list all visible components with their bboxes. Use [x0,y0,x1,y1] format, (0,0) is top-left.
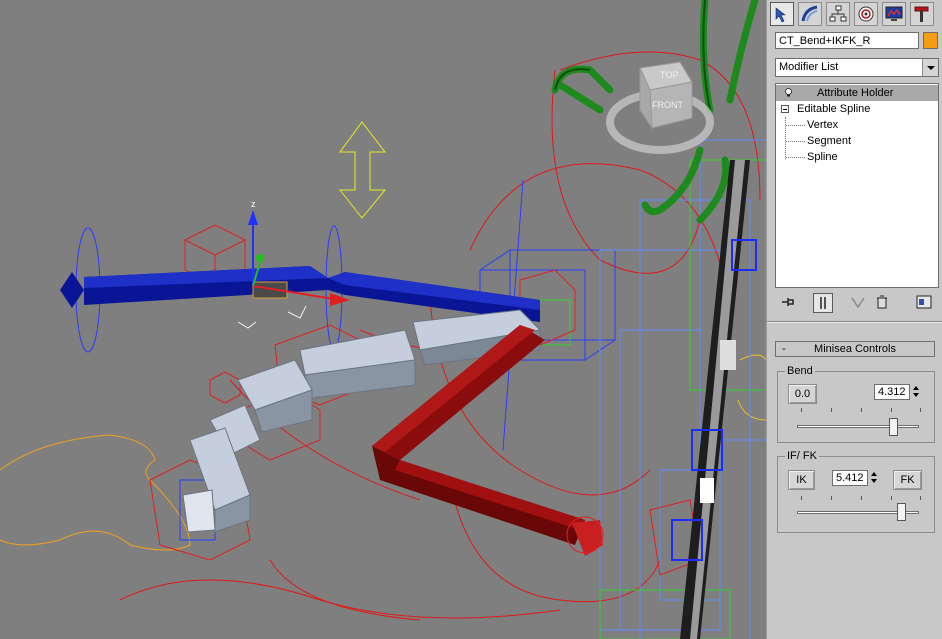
chevron-down-icon[interactable] [922,59,938,76]
bend-group-label: Bend [785,365,815,377]
stack-toolbar [775,293,939,315]
object-name-field[interactable]: CT_Bend+IKFK_R [775,32,919,49]
bend-slider-track[interactable] [797,425,919,428]
ikfk-slider-knob[interactable] [897,503,907,521]
show-end-result-button[interactable] [813,293,833,313]
motion-icon [858,6,874,22]
subobject-label: Vertex [807,119,839,131]
trash-icon [877,295,887,309]
stack-subobject-spline[interactable]: Spline [807,149,838,165]
ikfk-group [777,456,935,533]
subobject-label: Spline [807,151,838,163]
pin-icon [782,298,794,306]
modifier-list-dropdown[interactable]: Modifier List [775,58,939,77]
hammer-icon [914,6,929,22]
collapse-toggle-icon[interactable] [781,105,789,113]
stack-item-attribute-holder[interactable]: Attribute Holder [776,85,938,101]
stack-item-editable-spline[interactable]: Editable Spline [776,101,938,117]
stack-item-label: Editable Spline [797,103,871,115]
spinner-arrows-icon[interactable] [870,470,879,486]
make-unique-button[interactable] [849,293,869,313]
modifier-list-label: Modifier List [779,61,839,73]
rollout-collapse-icon: - [782,343,786,355]
fk-button[interactable]: FK [893,470,922,490]
create-tab[interactable] [770,2,794,26]
panel-divider [767,321,942,323]
hand-spline[interactable] [0,434,191,551]
stack-subobject-segment[interactable]: Segment [807,133,851,149]
display-tab[interactable] [882,2,906,26]
configure-modifier-sets-button[interactable] [915,293,935,313]
subobject-label: Segment [807,135,852,147]
remove-modifier-button[interactable] [873,293,893,313]
bend-group [777,371,935,443]
hierarchy-tab[interactable] [826,2,850,26]
pin-stack-button[interactable] [779,293,799,313]
modify-arc-icon [801,5,818,22]
perspective-viewport[interactable]: TOP FRONT z [0,0,766,639]
move-arrow-control[interactable] [338,121,387,219]
object-color-swatch[interactable] [923,32,938,49]
bend-slider-knob[interactable] [888,418,898,436]
ikfk-value-spinner[interactable]: 5.412 [832,470,868,486]
command-panel-tabs [767,0,942,28]
end-result-icon [820,297,826,309]
configure-sets-icon [916,295,932,309]
create-pointer-icon [775,7,786,23]
spinner-arrows-icon[interactable] [912,384,921,400]
bend-reset-button[interactable]: 0.0 [788,384,817,404]
ikfk-group-label: IF/ FK [785,450,819,462]
ikfk-slider-ticks [801,496,921,500]
command-panel: CT_Bend+IKFK_R Modifier List Attribute H… [766,0,942,639]
rollout-minisea-controls[interactable]: - Minisea Controls [775,341,935,357]
stack-item-label: Attribute Holder [817,87,894,99]
display-icon [885,6,903,21]
viewport-scene[interactable]: TOP FRONT z [0,0,766,639]
modifier-stack[interactable]: Attribute Holder Editable Spline Vertex … [775,83,939,288]
bend-slider-ticks [801,408,921,412]
viewcube-front-label: FRONT [652,100,683,110]
utilities-tab[interactable] [910,2,934,26]
make-unique-icon [851,297,865,309]
stack-subobject-vertex[interactable]: Vertex [807,117,838,133]
lightbulb-icon[interactable] [784,88,793,97]
modify-tab[interactable] [798,2,822,26]
bend-value-spinner[interactable]: 4.312 [874,384,910,400]
viewcube-top-label: TOP [660,70,678,80]
viewcube[interactable]: TOP FRONT [606,61,714,154]
gizmo-z-label: z [251,199,256,209]
motion-tab[interactable] [854,2,878,26]
ik-button[interactable]: IK [788,470,815,490]
hierarchy-icon [829,5,847,22]
rollout-title-label: Minisea Controls [814,343,896,355]
